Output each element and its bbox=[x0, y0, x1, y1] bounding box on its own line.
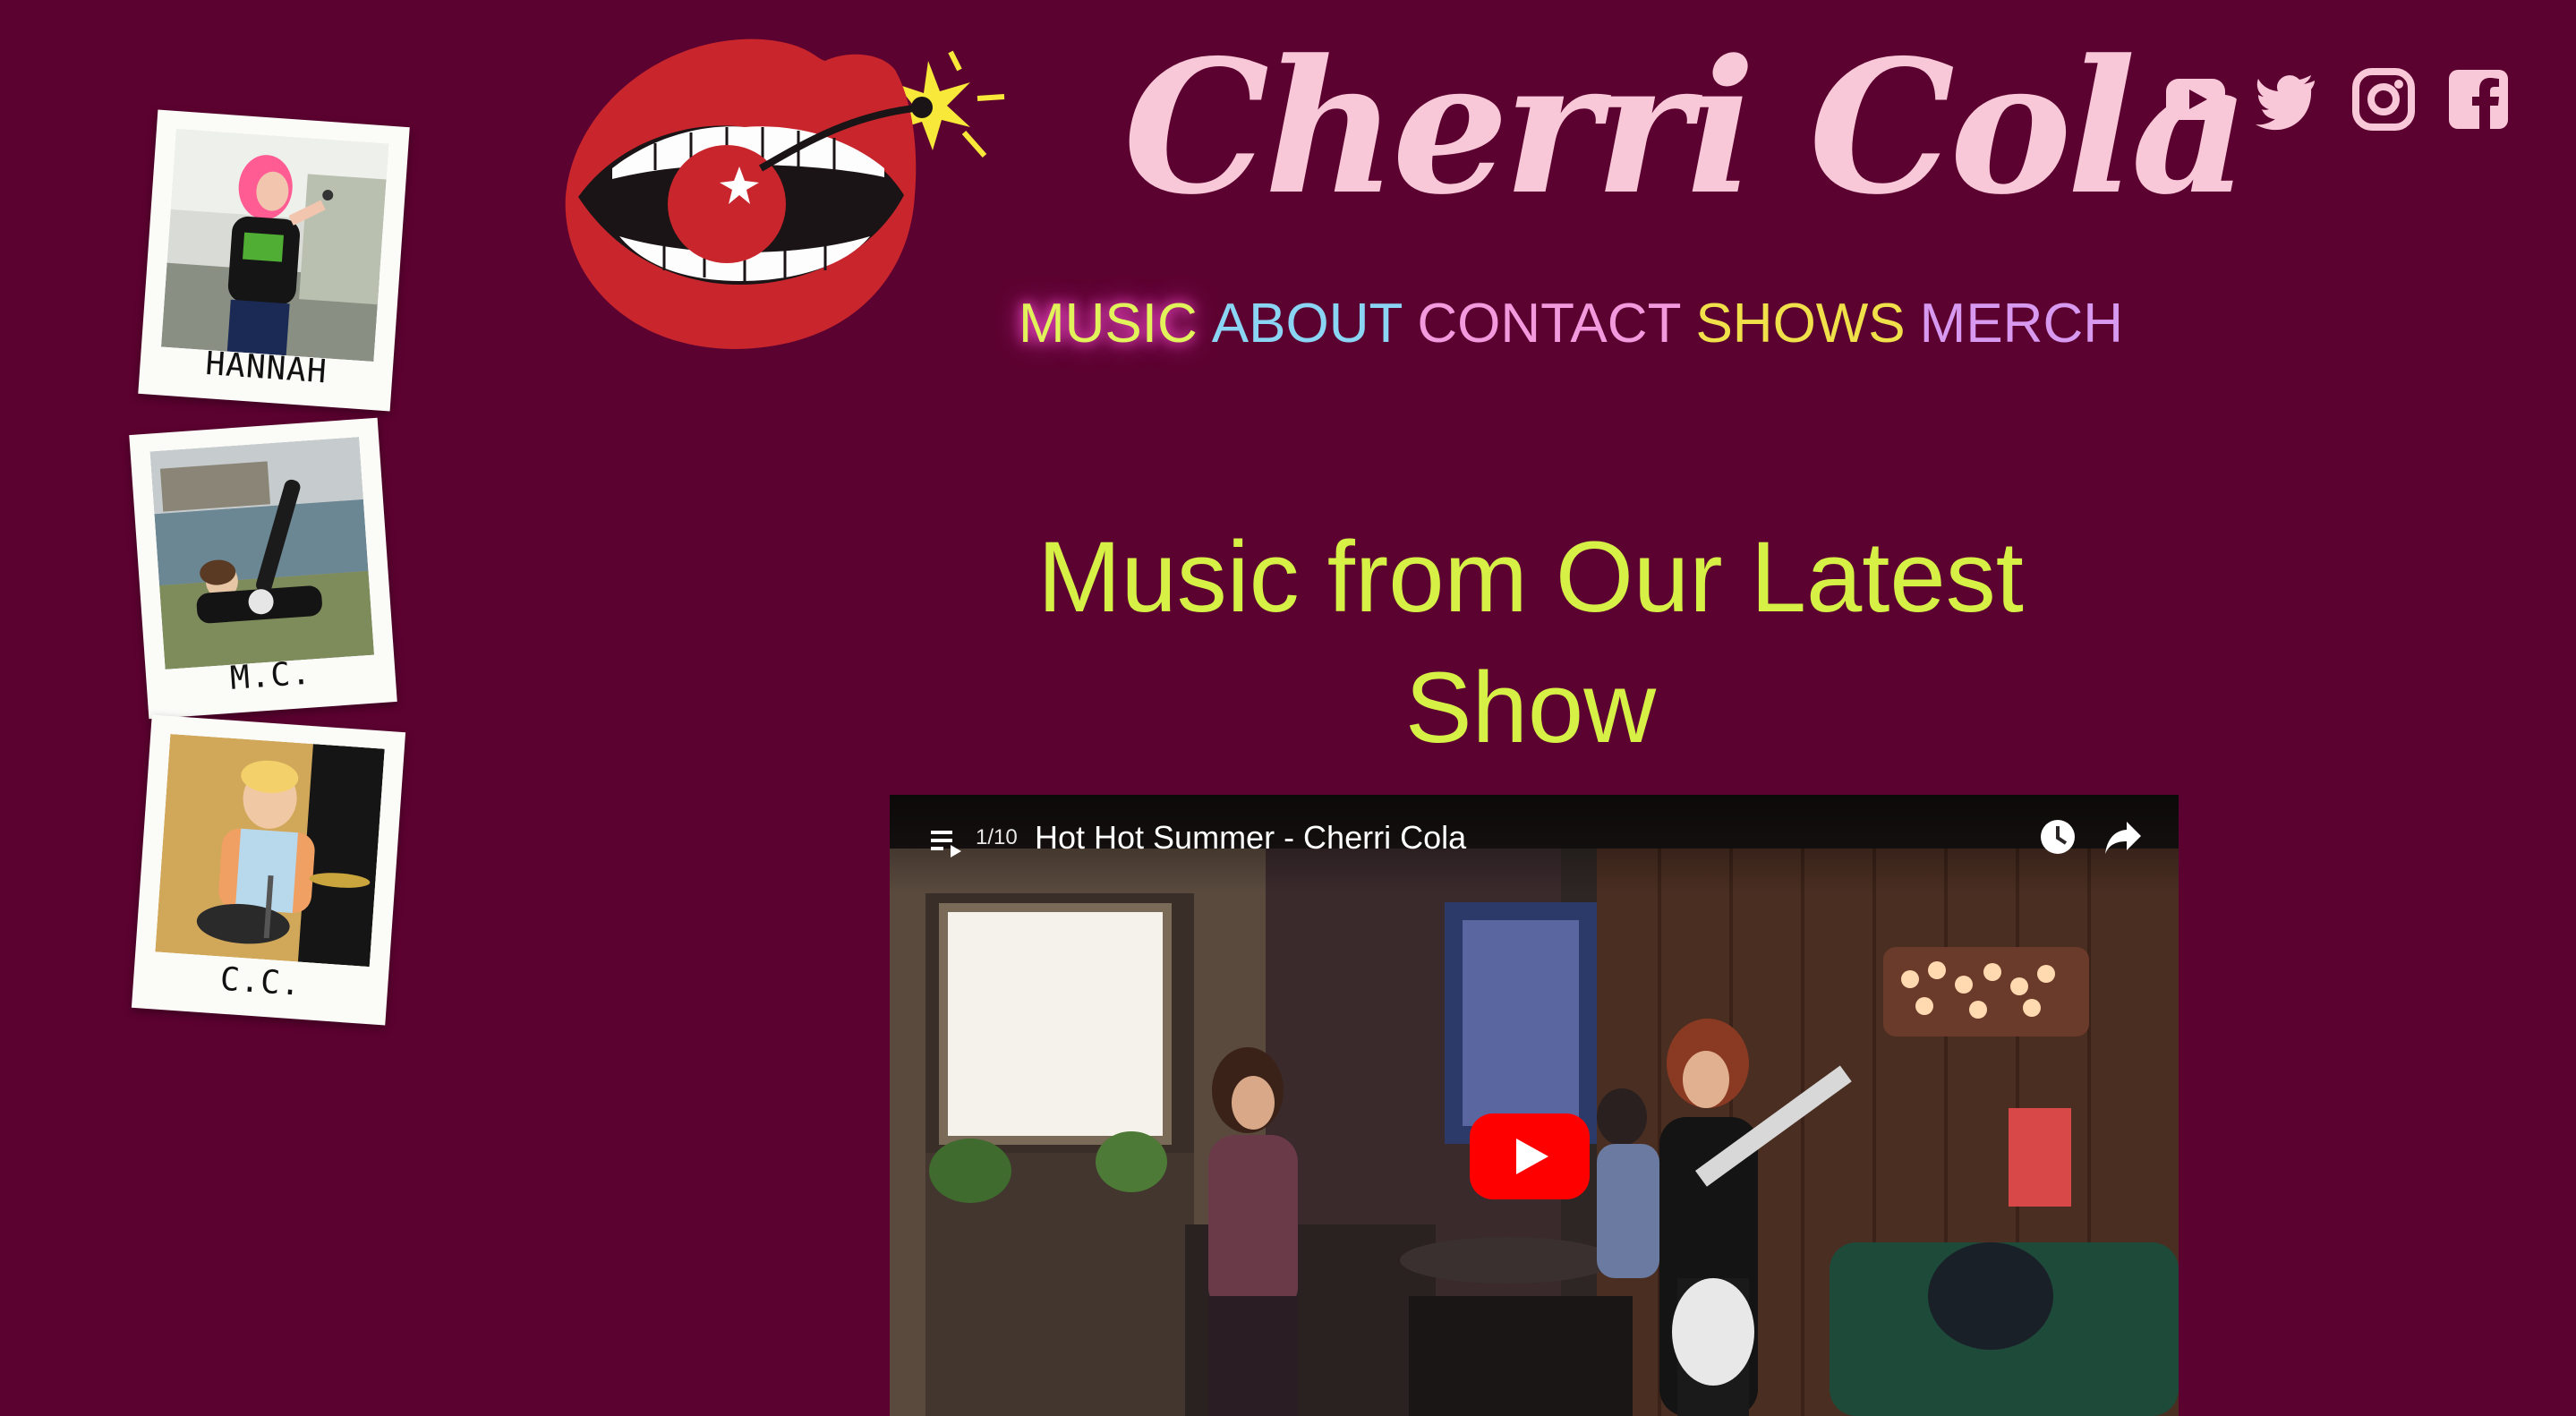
member-polaroid-hannah: HANNAH bbox=[138, 109, 410, 412]
nav-about[interactable]: ABOUT bbox=[1212, 288, 1403, 360]
playlist-icon[interactable] bbox=[929, 823, 965, 859]
nav-music[interactable]: MUSIC bbox=[1019, 288, 1198, 360]
play-button[interactable] bbox=[1470, 1113, 1590, 1199]
nav-contact[interactable]: CONTACT bbox=[1417, 288, 1681, 360]
video-embed[interactable]: 1/10 Hot Hot Summer - Cherri Cola bbox=[890, 795, 2179, 1416]
twitter-icon[interactable] bbox=[2256, 68, 2318, 131]
member-photo bbox=[155, 733, 385, 968]
youtube-icon[interactable] bbox=[2164, 68, 2227, 131]
video-title-link[interactable]: Hot Hot Summer - Cherri Cola bbox=[1035, 816, 1466, 859]
member-photo bbox=[149, 437, 375, 670]
member-polaroid-mc: M.C. bbox=[129, 417, 397, 720]
nav-shows[interactable]: SHOWS bbox=[1695, 288, 1905, 360]
playlist-counter: 1/10 bbox=[976, 825, 1018, 849]
cherri-cola-logo[interactable] bbox=[557, 34, 1022, 365]
facebook-icon[interactable] bbox=[2447, 68, 2510, 131]
page-heading: Music from Our Latest Show bbox=[1037, 521, 2024, 763]
watch-later-icon[interactable] bbox=[2039, 818, 2077, 856]
nav-merch[interactable]: MERCH bbox=[1920, 288, 2123, 360]
main-nav: MUSIC ABOUT CONTACT SHOWS MERCH bbox=[1019, 288, 2123, 360]
member-polaroid-cc: C.C. bbox=[131, 714, 406, 1026]
instagram-icon[interactable] bbox=[2352, 68, 2415, 131]
member-photo bbox=[160, 129, 389, 363]
share-icon[interactable] bbox=[2103, 818, 2143, 856]
band-name-title: Cherri Cola bbox=[1123, 21, 2250, 235]
